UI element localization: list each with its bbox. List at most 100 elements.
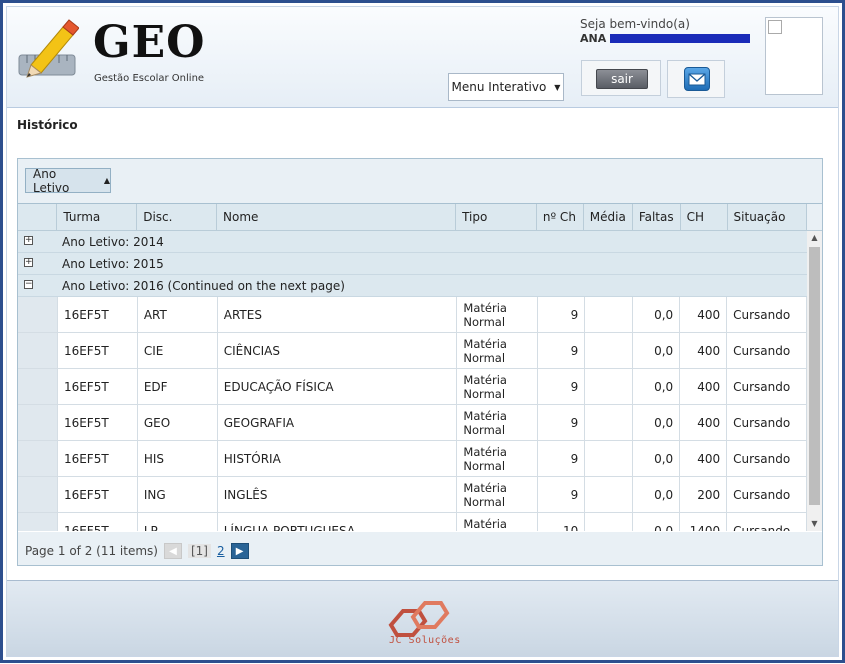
cell-tipo: MatériaNormal	[457, 369, 539, 404]
expand-icon[interactable]: +	[24, 236, 33, 245]
group-by-year-button[interactable]: Ano Letivo ▲	[25, 166, 111, 195]
cell-nome: LÍNGUA PORTUGUESA	[218, 513, 458, 531]
indent-header	[18, 204, 58, 231]
row-indent	[18, 369, 58, 404]
footer: JC Soluções	[7, 580, 838, 656]
cell-media	[585, 405, 634, 440]
table-row[interactable]: 16EF5T CIE CIÊNCIAS Matéria Normal 9 0,0 400 Cur…	[18, 333, 807, 369]
row-indent	[18, 477, 58, 512]
caret-up-icon: ▲	[103, 176, 110, 185]
column-header-nch[interactable]: nº Ch	[536, 204, 584, 231]
group-by-year-label: Ano Letivo	[33, 166, 70, 195]
column-header-nome[interactable]: Nome	[216, 204, 457, 231]
broken-image-icon	[768, 20, 782, 34]
user-name: ANA	[580, 32, 607, 45]
scroll-header-spacer	[806, 204, 822, 231]
cell-ch: 200	[680, 477, 728, 512]
pager-current-page: [1]	[187, 544, 211, 558]
vertical-scrollbar[interactable]: ▲ ▼	[807, 231, 822, 531]
cell-tipo-line1: Matéria	[463, 444, 507, 459]
grid-rows: + Ano Letivo: 2014 + Ano Letivo: 2015 − …	[18, 231, 807, 531]
group-row: + Ano Letivo: 2014	[18, 231, 807, 253]
cell-tipo-line2: Normal	[463, 422, 506, 437]
cell-turma: 16EF5T	[58, 297, 138, 332]
row-indent	[18, 405, 58, 440]
cell-disc: ING	[138, 477, 218, 512]
table-row[interactable]: 16EF5T ING INGLÊS Matéria Normal 9 0,0 200 Cursa…	[18, 477, 807, 513]
cell-nome: ARTES	[218, 297, 458, 332]
column-header-situacao[interactable]: Situação	[727, 204, 808, 231]
cell-tipo: MatériaNormal	[457, 513, 539, 531]
cell-disc: CIE	[138, 333, 218, 368]
grid-header: Turma Disc. Nome Tipo nº Ch Média Faltas…	[18, 204, 822, 231]
cell-tipo-line2: Normal	[463, 494, 506, 509]
scroll-up-icon[interactable]: ▲	[807, 231, 822, 245]
scroll-down-icon[interactable]: ▼	[807, 517, 822, 531]
column-header-faltas[interactable]: Faltas	[632, 204, 681, 231]
row-indent	[18, 513, 58, 531]
pager-summary: Page 1 of 2 (11 items)	[25, 544, 158, 558]
cell-tipo: MatériaNormal	[457, 477, 539, 512]
interactive-menu-dropdown[interactable]: Menu Interativo ▼	[448, 73, 564, 101]
cell-disc: LP	[138, 513, 218, 531]
cell-media	[585, 333, 634, 368]
history-grid: Turma Disc. Nome Tipo nº Ch Média Faltas…	[18, 203, 822, 532]
table-row[interactable]: 16EF5T GEO GEOGRAFIA Matéria Normal 9 0,0 400 Cu…	[18, 405, 807, 441]
group-row: − Ano Letivo: 2016 (Continued on the nex…	[18, 275, 807, 297]
messages-button[interactable]	[667, 60, 725, 98]
cell-tipo-line2: Normal	[463, 314, 506, 329]
cell-turma: 16EF5T	[58, 369, 138, 404]
cell-nch: 10	[538, 513, 586, 531]
cell-tipo: MatériaNormal	[457, 405, 539, 440]
app-window: GEO Gestão Escolar Online Menu Interativ…	[0, 0, 845, 663]
cell-faltas: 0,0	[633, 477, 681, 512]
table-row[interactable]: 16EF5TLPLÍNGUA PORTUGUESAMatériaNormal10…	[18, 513, 807, 531]
cell-nch: 9	[538, 297, 586, 332]
column-header-tipo[interactable]: Tipo	[455, 204, 537, 231]
cell-tipo-line2: Normal	[463, 350, 506, 365]
collapse-icon[interactable]: −	[24, 280, 33, 289]
caret-down-icon: ▼	[554, 82, 561, 92]
welcome-block: Seja bem-vindo(a) ANA	[580, 17, 751, 46]
expand-icon[interactable]: +	[24, 258, 33, 267]
chevron-left-icon[interactable]: ◀	[163, 543, 182, 559]
row-indent	[18, 441, 58, 476]
cell-situacao: Cursando	[727, 513, 807, 531]
cell-nome: EDUCAÇÃO FÍSICA	[218, 369, 458, 404]
column-header-disc[interactable]: Disc.	[136, 204, 218, 231]
cell-nome: HISTÓRIA	[218, 441, 458, 476]
logout-button[interactable]: sair	[596, 69, 648, 89]
pager-page-link[interactable]: 2	[217, 544, 225, 558]
cell-situacao: Cursando	[727, 477, 807, 512]
chevron-right-icon[interactable]: ▶	[230, 543, 249, 559]
table-row[interactable]: 16EF5T HIS HISTÓRIA Matéria Normal 9 0,0 400 Cur…	[18, 441, 807, 477]
cell-media	[585, 477, 634, 512]
table-row[interactable]: 16EF5T ART ARTES Matéria Normal 9 0,0 400 Cursan…	[18, 297, 807, 333]
column-header-media[interactable]: Média	[583, 204, 633, 231]
row-indent	[18, 297, 58, 332]
cell-tipo: MatériaNormal	[457, 297, 539, 332]
column-header-ch[interactable]: CH	[680, 204, 728, 231]
cell-tipo: MatériaNormal	[457, 333, 539, 368]
group-label: Ano Letivo: 2015	[62, 256, 164, 271]
cell-nch: 9	[538, 369, 586, 404]
cell-ch: 400	[680, 297, 728, 332]
cell-disc: HIS	[138, 441, 218, 476]
cell-media	[585, 441, 634, 476]
cell-disc: GEO	[138, 405, 218, 440]
cell-ch: 400	[680, 405, 728, 440]
column-header-turma[interactable]: Turma	[56, 204, 138, 231]
cell-ch: 1400	[680, 513, 728, 531]
cell-nch: 9	[538, 441, 586, 476]
user-photo	[765, 17, 823, 95]
cell-tipo-line1: Matéria	[463, 336, 507, 351]
mail-icon	[684, 67, 710, 91]
table-row[interactable]: 16EF5T EDF EDUCAÇÃO FÍSICA Matéria Normal 9 0,…	[18, 369, 807, 405]
scroll-thumb[interactable]	[809, 247, 820, 505]
cell-ch: 400	[680, 369, 728, 404]
cell-situacao: Cursando	[727, 369, 807, 404]
cell-nch: 9	[538, 477, 586, 512]
cell-faltas: 0,0	[633, 405, 681, 440]
page-title: Histórico	[17, 118, 78, 132]
cell-nch: 9	[538, 405, 586, 440]
